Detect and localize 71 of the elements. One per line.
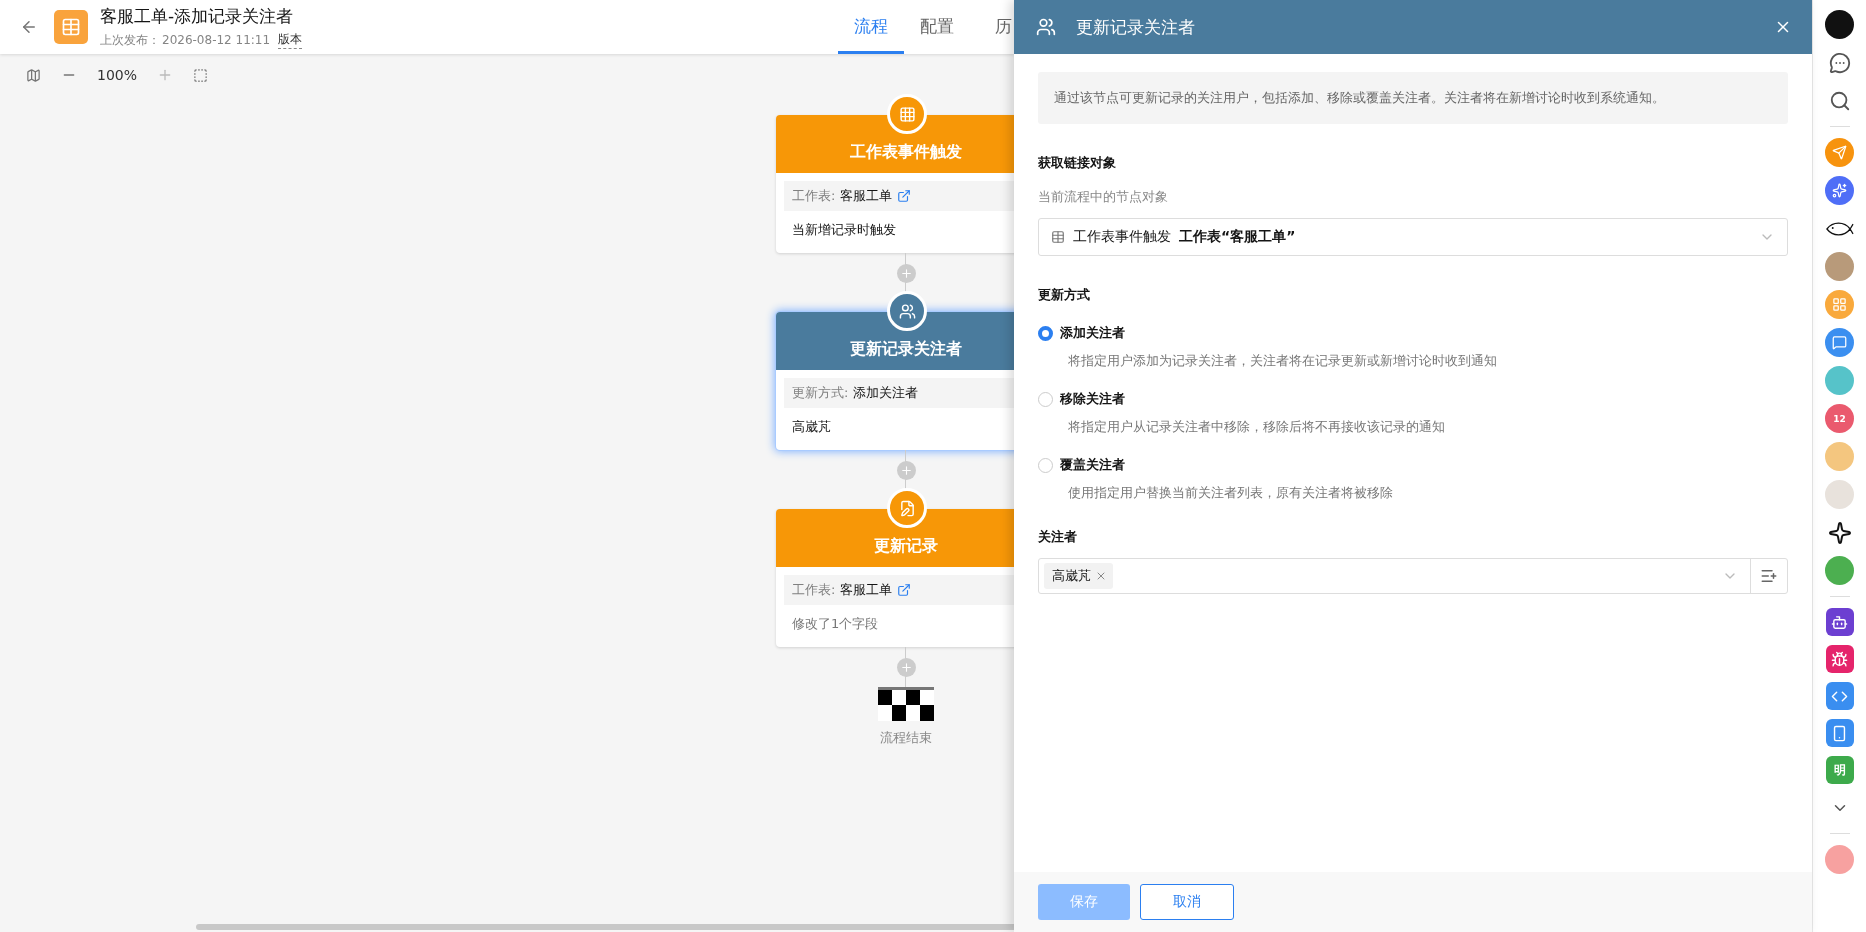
- sparkles-icon[interactable]: [1825, 176, 1854, 205]
- tab[interactable]: 流程: [838, 0, 904, 54]
- external-link-icon[interactable]: [897, 583, 912, 597]
- plus-icon: [899, 660, 913, 674]
- node-note: 当新增记录时触发: [791, 221, 897, 239]
- radio-button[interactable]: [1038, 325, 1053, 341]
- source-select[interactable]: 工作表事件触发 工作表“客服工单”: [1038, 218, 1788, 256]
- option-description: 将指定用户从记录关注者中移除，移除后将不再接收该记录的通知: [1068, 418, 1446, 436]
- node-card[interactable]: 更新记录 工作表: 客服工单 修改了1个字段: [776, 509, 1014, 647]
- tab[interactable]: 配置: [904, 0, 970, 54]
- hint-text: 当前流程中的节点对象: [1038, 188, 1169, 206]
- add-node-button[interactable]: [896, 263, 916, 283]
- code-icon[interactable]: [1825, 682, 1854, 710]
- avatar[interactable]: [1825, 10, 1854, 39]
- published-label: 上次发布：: [100, 31, 160, 49]
- bug-icon[interactable]: [1825, 645, 1854, 673]
- users-icon: [887, 291, 927, 331]
- option-label: 添加关注者: [1060, 324, 1125, 342]
- edit-icon: [887, 488, 927, 528]
- users-icon: [1036, 17, 1056, 37]
- section-label: 获取链接对象: [1038, 154, 1117, 172]
- info-note: 通过该节点可更新记录的关注用户，包括添加、移除或覆盖关注者。关注者将在新增讨论时收到系统通知。: [1038, 72, 1788, 124]
- external-link-icon[interactable]: [897, 189, 912, 203]
- section-label: 关注者: [1038, 528, 1078, 546]
- field-label: 工作表:: [792, 581, 836, 599]
- table-icon: [54, 10, 88, 44]
- version-link[interactable]: 版本: [278, 31, 303, 49]
- node-name: 工作表事件触发: [1073, 228, 1171, 246]
- message-icon[interactable]: [1825, 328, 1854, 357]
- field-label: 工作表:: [792, 187, 836, 205]
- option-label: 移除关注者: [1060, 390, 1125, 408]
- field-value: 客服工单: [840, 187, 893, 205]
- phone-icon[interactable]: [1825, 719, 1854, 747]
- map-icon[interactable]: [26, 67, 41, 83]
- fit-icon[interactable]: [193, 67, 209, 83]
- field-label: 更新方式:: [792, 384, 849, 402]
- node-card[interactable]: 工作表事件触发 工作表: 客服工单 当新增记录时触发: [776, 115, 1014, 253]
- node-title: 更新记录: [874, 536, 938, 557]
- workflow-title: 客服工单-添加记录关注者: [100, 5, 295, 28]
- add-node-button[interactable]: [896, 460, 916, 480]
- bot-icon[interactable]: [1825, 608, 1854, 636]
- back-icon[interactable]: [20, 18, 38, 36]
- node-note: 修改了1个字段: [791, 615, 880, 633]
- section-label: 更新方式: [1038, 286, 1091, 304]
- field-value: 添加关注者: [853, 384, 919, 402]
- field-value: 客服工单: [840, 581, 893, 599]
- option-label: 覆盖关注者: [1060, 456, 1125, 474]
- tab[interactable]: 历: [970, 0, 1014, 54]
- plus-icon: [899, 463, 913, 477]
- cancel-button[interactable]: 取消: [1140, 884, 1234, 920]
- add-node-button[interactable]: [896, 657, 916, 677]
- node-card[interactable]: 更新记录关注者 更新方式: 添加关注者 高崴芃: [776, 312, 1014, 450]
- published-time: 2026-08-12 11:11: [162, 33, 271, 47]
- node-title: 工作表事件触发: [850, 142, 962, 163]
- zoom-level: 100%: [97, 67, 138, 83]
- node-note: 高崴芃: [791, 418, 832, 436]
- radio-button[interactable]: [1038, 457, 1053, 473]
- node-title: 更新记录关注者: [850, 339, 962, 360]
- finish-flag-icon: [878, 687, 934, 721]
- option-description: 将指定用户添加为记录关注者，关注者将在记录更新或新增讨论时收到通知: [1068, 352, 1498, 370]
- send-icon[interactable]: [1825, 138, 1854, 167]
- panel-title: 更新记录关注者: [1076, 15, 1195, 39]
- calendar-app[interactable]: 12: [1825, 404, 1854, 433]
- table-icon: [887, 94, 927, 134]
- radio-button[interactable]: [1038, 391, 1053, 407]
- option-description: 使用指定用户替换当前关注者列表，原有关注者将被移除: [1068, 484, 1394, 502]
- table-icon: [1051, 230, 1065, 244]
- table-name: 工作表“客服工单”: [1179, 228, 1296, 246]
- grid-icon[interactable]: [1825, 290, 1854, 319]
- end-label: 流程结束: [880, 729, 932, 747]
- plus-icon: [899, 266, 913, 280]
